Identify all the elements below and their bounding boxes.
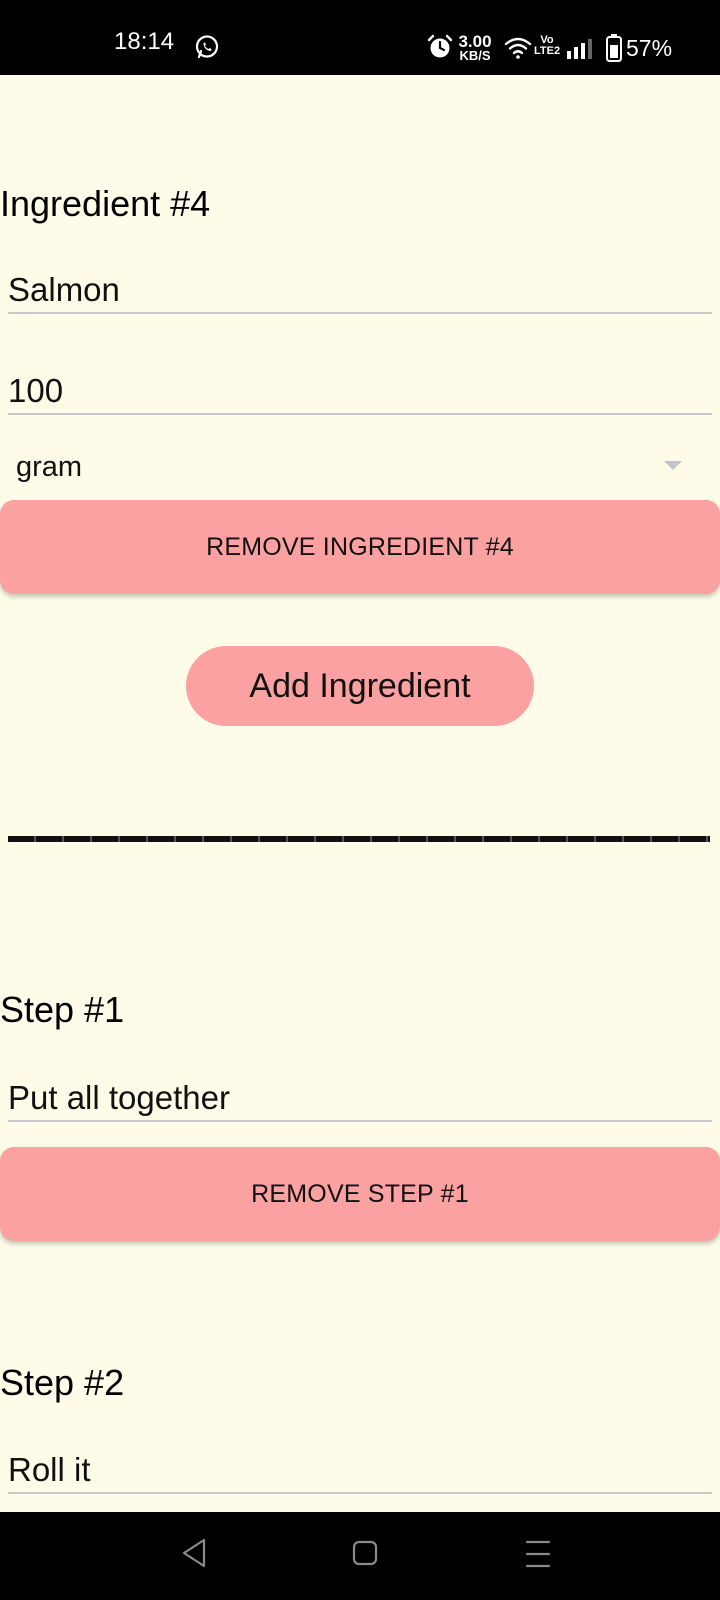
step-1-field[interactable]: Put all together [8,1070,712,1122]
remove-step-1-button[interactable]: REMOVE STEP #1 [0,1147,720,1241]
ingredient-amount-value: 100 [8,372,64,409]
home-icon[interactable] [352,1540,378,1566]
ingredient-name-value: Salmon [8,271,120,308]
alarm-icon [427,34,453,58]
ingredient-name-field[interactable]: Salmon [8,262,712,314]
step-2-title: Step #2 [0,1362,125,1403]
volte-bottom-label: LTE2 [534,45,561,57]
status-bar: 18:14 3.00 KB/S Vo LTE2 57% [0,0,720,75]
battery-percentage: 57% [626,35,673,61]
status-time: 18:14 [114,28,175,55]
network-speed-unit: KB/S [459,48,491,63]
step-2-field[interactable]: Roll it [8,1442,712,1494]
ingredient-title: Ingredient #4 [0,183,211,224]
battery-icon [606,34,622,62]
wifi-icon [504,37,532,59]
step-2-value: Roll it [8,1451,91,1488]
step-1-value: Put all together [8,1079,230,1116]
signal-icon [567,39,592,59]
ingredient-amount-field[interactable]: 100 [8,363,712,415]
network-speed: 3.00 KB/S [455,32,495,63]
add-ingredient-button[interactable]: Add Ingredient [186,646,534,726]
ingredient-unit-select[interactable]: gram [16,443,688,493]
network-speed-value: 3.00 [458,32,492,51]
whatsapp-icon [195,35,219,59]
dropdown-arrow-icon [664,461,682,470]
recents-icon[interactable] [525,1539,551,1569]
section-divider [8,836,710,842]
ingredient-unit-value: gram [16,451,83,483]
step-1-title: Step #1 [0,989,125,1030]
back-icon[interactable] [180,1537,208,1569]
remove-ingredient-button[interactable]: REMOVE INGREDIENT #4 [0,500,720,594]
volte-indicator: Vo LTE2 [534,35,560,57]
